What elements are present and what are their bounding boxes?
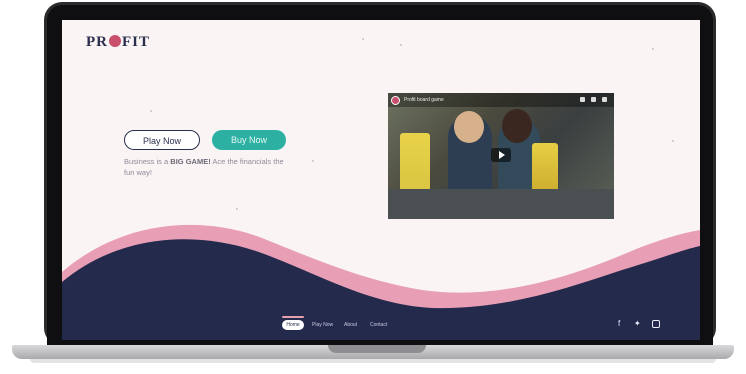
play-icon[interactable] <box>491 148 511 162</box>
tagline-text: Business is a <box>124 157 171 166</box>
twitter-icon[interactable]: ✦ <box>634 318 641 330</box>
video-title[interactable]: Profit board game <box>404 97 444 103</box>
channel-avatar-icon[interactable] <box>391 96 400 105</box>
site-logo[interactable]: PR FIT <box>86 34 150 51</box>
decor-dot <box>362 38 364 40</box>
nav-item-home[interactable]: Home <box>282 320 304 330</box>
video-header-bar: Profit board game <box>388 93 614 107</box>
laptop-notch <box>328 345 426 353</box>
nav-item-about[interactable]: About <box>344 320 357 330</box>
laptop-base-foot <box>30 359 716 363</box>
more-icon[interactable] <box>602 97 607 102</box>
decor-dot <box>652 48 654 50</box>
tagline-highlight: BIG GAME! <box>170 157 211 166</box>
logo-mark-icon <box>109 35 121 47</box>
decor-dot <box>312 160 314 162</box>
video-frame-person <box>502 109 532 143</box>
active-nav-indicator <box>282 316 304 318</box>
logo-text-right: FIT <box>122 34 151 50</box>
hero-tagline: Business is a BIG GAME! Ace the financia… <box>124 156 294 178</box>
instagram-icon[interactable] <box>652 320 660 328</box>
share-icon[interactable] <box>591 97 596 102</box>
play-now-button[interactable]: Play Now <box>124 130 200 150</box>
facebook-icon[interactable]: f <box>618 318 620 330</box>
nav-item-contact[interactable]: Contact <box>370 320 387 330</box>
decor-dot <box>150 110 152 112</box>
video-frame-person <box>454 111 484 143</box>
nav-item-play-now[interactable]: Play Now <box>312 320 333 330</box>
website-screen: PR FIT Play Now Buy Now Business is a BIG… <box>62 20 700 340</box>
decor-dot <box>400 44 402 46</box>
buy-now-button[interactable]: Buy Now <box>212 130 286 150</box>
watch-later-icon[interactable] <box>580 97 585 102</box>
logo-text-left: PR <box>86 34 108 50</box>
video-player[interactable]: Profit board game <box>388 93 614 219</box>
decor-dot <box>672 140 674 142</box>
